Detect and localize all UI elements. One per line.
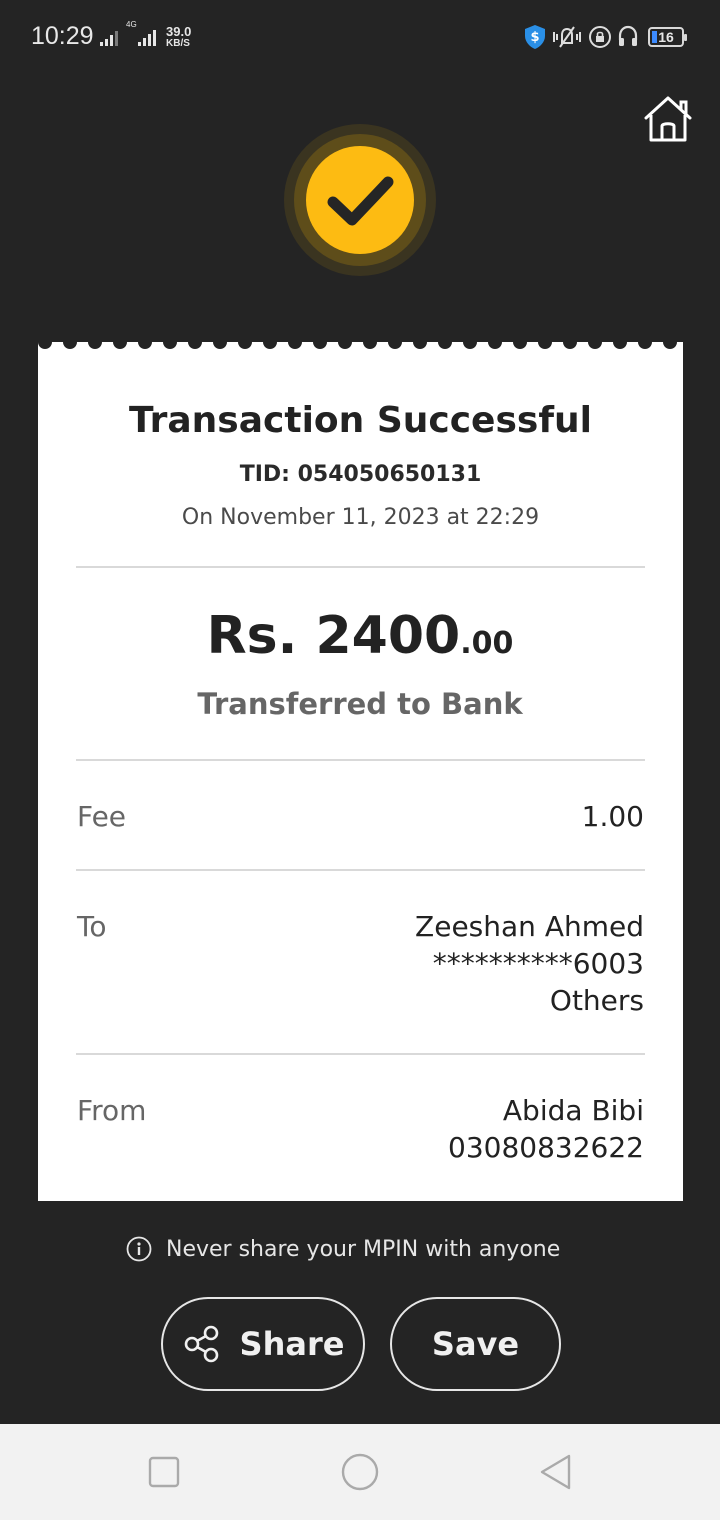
net-speed-value: 39.0 <box>166 24 192 39</box>
share-label: Share <box>239 1325 345 1363</box>
home-nav-icon[interactable] <box>340 1452 380 1492</box>
headphones-icon <box>618 25 638 46</box>
fee-amount: 1.00 <box>581 800 644 833</box>
fee-label: Fee <box>77 800 127 833</box>
silent-bell-icon <box>553 26 581 48</box>
system-nav-bar <box>0 1424 720 1520</box>
net-speed-unit: KB/S <box>166 38 190 49</box>
home-icon[interactable] <box>640 92 696 148</box>
sender-name: Abida Bibi <box>502 1094 644 1127</box>
battery-icon: 16 <box>648 27 687 47</box>
recent-apps-icon[interactable] <box>147 1455 181 1489</box>
divider <box>76 869 645 871</box>
transaction-datetime: On November 11, 2023 at 22:29 <box>181 505 540 530</box>
signal-icon-2 <box>138 28 156 46</box>
mpin-notice: Never share your MPIN with anyone <box>126 1236 560 1262</box>
svg-text:$: $ <box>530 30 539 45</box>
transaction-id: TID: 054050650131 <box>239 462 482 487</box>
fee-value: 1.00 <box>582 798 644 835</box>
signal-icon <box>100 28 118 46</box>
from-label: From <box>77 1094 147 1127</box>
to-label: To <box>77 910 107 943</box>
recipient-bank: Others <box>549 984 644 1017</box>
amount-decimal: .00 <box>460 626 514 661</box>
recipient-name: Zeeshan Ahmed <box>415 910 644 943</box>
recipient-details: Zeeshan Ahmed **********6003 Others <box>415 908 644 1019</box>
share-button[interactable]: Share <box>161 1297 365 1391</box>
divider <box>76 566 645 568</box>
sender-details: Abida Bibi 03080832622 <box>448 1092 644 1166</box>
amount-main: Rs. 2400 <box>206 606 461 666</box>
save-button[interactable]: Save <box>390 1297 561 1391</box>
info-icon <box>126 1236 152 1262</box>
mpin-notice-text: Never share your MPIN with anyone <box>166 1236 561 1262</box>
status-bar: 10:29 4G 39.0 KB/S $ 16 <box>0 0 720 76</box>
transfer-type: Transferred to Bank <box>197 687 523 721</box>
back-icon[interactable] <box>536 1452 576 1492</box>
check-icon <box>327 176 394 226</box>
shield-dollar-icon: $ <box>525 25 545 49</box>
sender-number: 03080832622 <box>448 1131 644 1164</box>
transaction-amount: Rs. 2400.00 <box>0 606 720 666</box>
status-time: 10:29 <box>31 22 94 50</box>
transaction-title: Transaction Successful <box>129 400 592 441</box>
net-speed: 39.0 KB/S <box>166 25 191 49</box>
divider <box>76 1053 645 1055</box>
save-label: Save <box>431 1325 520 1363</box>
lock-rotation-icon <box>589 26 611 48</box>
share-icon <box>184 1325 218 1363</box>
network-type-label: 4G <box>126 20 137 29</box>
recipient-account: **********6003 <box>432 947 644 980</box>
success-badge-fill <box>306 146 414 254</box>
divider <box>76 759 645 761</box>
receipt-scalloped-edge <box>38 336 683 349</box>
battery-text: 16 <box>658 29 674 45</box>
